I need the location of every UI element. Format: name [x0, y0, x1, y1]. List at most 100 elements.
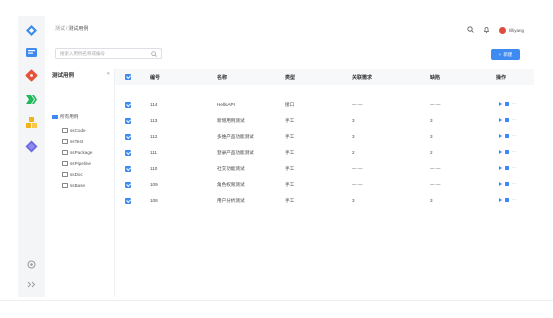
- folder-icon: [62, 161, 68, 166]
- delete-icon[interactable]: [505, 198, 509, 202]
- tree-header: 测试用例 <: [52, 71, 115, 83]
- run-icon[interactable]: [499, 198, 502, 202]
- code-app-icon[interactable]: [25, 46, 38, 59]
- breadcrumb-root[interactable]: 测试: [55, 26, 65, 32]
- table-row[interactable]: 113 新增用例测试 手工 3 3 ···: [115, 113, 534, 129]
- cell-id: 112: [150, 134, 158, 139]
- folder-icon: [62, 150, 68, 155]
- row-checkbox[interactable]: [125, 118, 131, 124]
- cell-id: 114: [150, 102, 158, 107]
- row-checkbox[interactable]: [125, 150, 131, 156]
- tree-title: 测试用例: [52, 73, 75, 79]
- cell-type: 手工: [285, 150, 295, 155]
- cell-type: 接口: [285, 102, 295, 107]
- tree-root[interactable]: 所有用例: [52, 114, 78, 120]
- settings-icon[interactable]: [25, 258, 38, 271]
- table-row[interactable]: 108 用户分析测试 手工 3 3 ···: [115, 193, 534, 209]
- select-all-checkbox[interactable]: [125, 74, 131, 80]
- cell-id: 111: [150, 150, 157, 155]
- delete-icon[interactable]: [505, 134, 509, 138]
- tree-node[interactable]: ssCode: [62, 128, 86, 133]
- cell-name[interactable]: 角色权限测试: [217, 182, 245, 188]
- column-header-id[interactable]: 编号: [150, 74, 160, 81]
- diamond-icon[interactable]: [25, 140, 38, 153]
- delete-icon[interactable]: [505, 166, 509, 170]
- user-menu[interactable]: lilliyang: [499, 26, 524, 34]
- row-checkbox[interactable]: [125, 102, 131, 108]
- cell-name[interactable]: HelloAPI: [217, 102, 235, 107]
- column-header-defect[interactable]: 缺陷: [430, 74, 440, 81]
- blocks-icon[interactable]: [25, 116, 38, 129]
- table-row[interactable]: 109 角色权限测试 手工 — — — — ···: [115, 177, 534, 193]
- cell-name[interactable]: 登录产品功能测试: [217, 150, 254, 156]
- delete-icon[interactable]: [505, 182, 509, 186]
- cell-requirement: 3: [352, 134, 355, 139]
- table-row[interactable]: 111 登录产品功能测试 手工 2 2 ···: [115, 145, 534, 161]
- cell-type: 手工: [285, 198, 295, 203]
- more-icon[interactable]: ···: [512, 181, 517, 186]
- table-row[interactable]: 112 多维产品功能测试 手工 3 3 ···: [115, 129, 534, 145]
- tree-node[interactable]: ssPackage: [62, 150, 92, 155]
- cell-requirement: — —: [352, 182, 363, 187]
- expand-icon[interactable]: [25, 278, 38, 291]
- tree-node-label: ssDoc: [70, 172, 83, 177]
- cell-requirement: 3: [352, 118, 355, 123]
- row-actions: ···: [499, 133, 517, 138]
- cell-name[interactable]: 新增用例测试: [217, 118, 245, 124]
- delete-icon[interactable]: [505, 102, 509, 106]
- cell-type: 手工: [285, 134, 295, 139]
- cell-requirement: 2: [352, 150, 355, 155]
- more-icon[interactable]: ···: [512, 149, 517, 154]
- column-header-type[interactable]: 类型: [285, 74, 295, 81]
- column-header-actions: 操作: [496, 75, 507, 81]
- cell-name[interactable]: 社交功能测试: [217, 166, 245, 172]
- table-row[interactable]: 110 社交功能测试 手工 — — — — ···: [115, 161, 534, 177]
- row-actions: ···: [499, 165, 517, 170]
- column-header-name[interactable]: 名称: [217, 74, 227, 81]
- tree-node-label: ssPackage: [70, 150, 93, 155]
- run-icon[interactable]: [499, 150, 502, 154]
- search-icon[interactable]: [467, 25, 475, 35]
- row-checkbox[interactable]: [125, 166, 131, 172]
- toolbar: 搜索入用例名称或编号 + 新建: [45, 46, 534, 69]
- tree-node-label: ssBase: [70, 183, 86, 188]
- cell-defect: 3: [430, 118, 433, 123]
- column-header-requirement[interactable]: 关联需求: [352, 74, 372, 81]
- delete-icon[interactable]: [505, 150, 509, 154]
- table-row[interactable]: 114 HelloAPI 接口 — — — — ···: [115, 97, 534, 113]
- run-icon[interactable]: [499, 182, 502, 186]
- more-icon[interactable]: ···: [512, 117, 517, 122]
- new-button[interactable]: + 新建: [491, 49, 520, 60]
- folder-icon: [62, 139, 68, 144]
- plus-icon: +: [498, 52, 502, 57]
- search-input[interactable]: 搜索入用例名称或编号: [55, 48, 162, 59]
- git-icon[interactable]: [25, 69, 38, 82]
- search-input-icon: [151, 50, 157, 58]
- more-icon[interactable]: ···: [512, 101, 517, 106]
- tree-node[interactable]: ssPipeline: [62, 161, 91, 166]
- more-icon[interactable]: ···: [512, 165, 517, 170]
- run-icon[interactable]: [499, 118, 502, 122]
- logo-icon[interactable]: [25, 24, 38, 37]
- run-icon[interactable]: [499, 102, 502, 106]
- row-checkbox[interactable]: [125, 198, 131, 204]
- run-icon[interactable]: [499, 166, 502, 170]
- more-icon[interactable]: ···: [512, 133, 517, 138]
- more-icon[interactable]: ···: [512, 197, 517, 202]
- delete-icon[interactable]: [505, 118, 509, 122]
- tree-node[interactable]: ssDoc: [62, 172, 83, 177]
- row-actions: ···: [499, 117, 517, 122]
- row-checkbox[interactable]: [125, 134, 131, 140]
- pipeline-icon[interactable]: [25, 93, 38, 106]
- cell-name[interactable]: 用户分析测试: [217, 198, 245, 204]
- header-actions: lilliyang: [467, 25, 524, 35]
- bell-icon[interactable]: [483, 26, 490, 35]
- cell-name[interactable]: 多维产品功能测试: [217, 134, 254, 140]
- chevron-left-icon[interactable]: <: [107, 71, 110, 77]
- cell-id: 113: [150, 118, 158, 123]
- tree-node[interactable]: ssBase: [62, 183, 85, 188]
- row-checkbox[interactable]: [125, 182, 131, 188]
- cell-id: 110: [150, 166, 158, 171]
- tree-node[interactable]: ssTest: [62, 139, 83, 144]
- run-icon[interactable]: [499, 134, 502, 138]
